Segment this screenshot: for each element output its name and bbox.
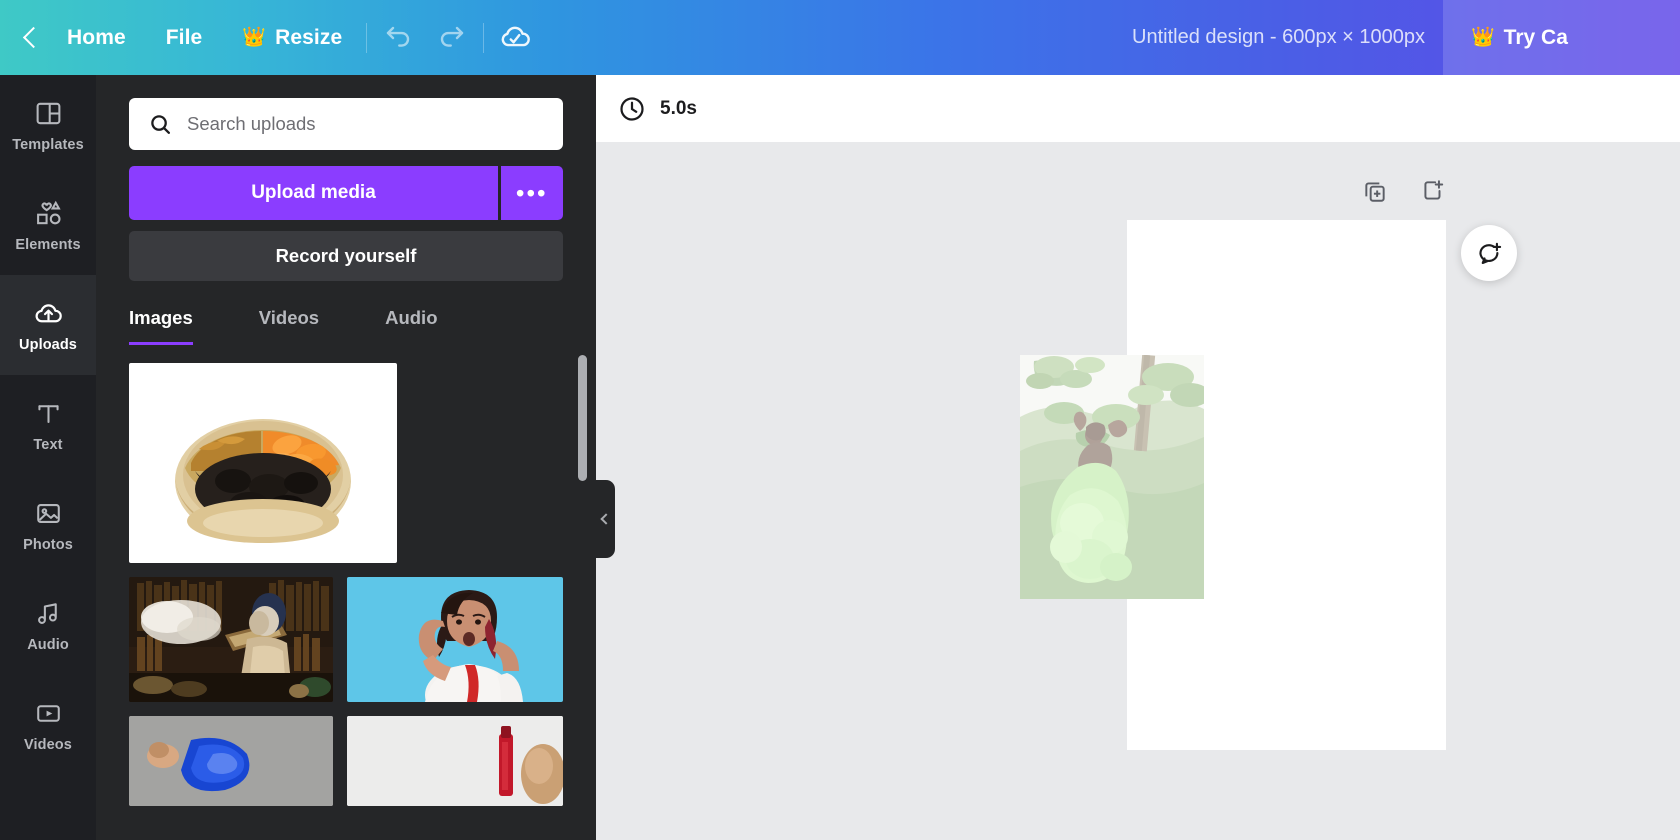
audio-note-icon — [34, 598, 63, 629]
blue-cloth-gray-image — [129, 716, 333, 806]
tab-videos-label: Videos — [259, 307, 319, 328]
comment-add-icon — [1476, 240, 1503, 267]
upload-thumb-blue-cloth-gray[interactable] — [129, 716, 333, 806]
uploads-grid — [129, 363, 563, 806]
ellipsis-icon: ••• — [516, 180, 548, 207]
text-icon — [34, 398, 63, 429]
file-label: File — [166, 26, 203, 50]
canvas-toolbar: 5.0s — [596, 75, 1680, 142]
upload-more-button[interactable]: ••• — [501, 166, 563, 220]
uploads-tabs: Images Videos Audio — [129, 307, 563, 345]
sidebar-label-text: Text — [33, 437, 62, 453]
add-page-icon — [1420, 178, 1446, 204]
dried-fruit-basket-image — [129, 363, 397, 563]
try-canva-pro-button[interactable]: 👑 Try Ca — [1443, 0, 1680, 75]
search-input[interactable]: Search uploads — [129, 98, 563, 150]
videos-icon — [34, 698, 63, 729]
search-section: Search uploads — [96, 75, 596, 150]
search-icon — [148, 112, 173, 137]
timer-label: 5.0s — [660, 98, 697, 120]
sidebar-label-audio: Audio — [27, 637, 69, 653]
left-sidebar: Templates Elements Uploads — [0, 75, 96, 840]
library-dust-scene-image — [129, 577, 333, 702]
home-label: Home — [67, 26, 126, 50]
tab-videos[interactable]: Videos — [259, 307, 319, 345]
upload-media-label: Upload media — [251, 182, 376, 204]
templates-icon — [34, 98, 63, 129]
elements-icon — [34, 198, 63, 229]
record-yourself-button[interactable]: Record yourself — [129, 231, 563, 281]
uploads-panel: Search uploads Upload media ••• Record y… — [96, 75, 596, 840]
resize-button[interactable]: 👑 Resize — [222, 0, 362, 75]
search-placeholder: Search uploads — [187, 113, 316, 135]
tab-audio[interactable]: Audio — [385, 307, 437, 345]
green-dress-forest-photo — [1020, 355, 1204, 599]
chevron-left-icon — [600, 513, 611, 524]
duplicate-page-button[interactable] — [1362, 178, 1388, 204]
tab-images-label: Images — [129, 307, 193, 328]
toolbar-divider — [366, 23, 367, 53]
sidebar-label-videos: Videos — [24, 737, 72, 753]
upload-thumb-library-dust-scene[interactable] — [129, 577, 333, 702]
try-label: Try Ca — [1504, 26, 1568, 50]
sidebar-item-elements[interactable]: Elements — [0, 175, 96, 275]
sidebar-item-audio[interactable]: Audio — [0, 575, 96, 675]
tab-images[interactable]: Images — [129, 307, 193, 345]
sidebar-label-elements: Elements — [15, 237, 80, 253]
upload-thumb-red-bottle-white[interactable] — [347, 716, 563, 806]
undo-icon — [383, 23, 413, 53]
redo-button[interactable] — [425, 0, 479, 75]
add-comment-button[interactable] — [1461, 225, 1517, 281]
sidebar-item-photos[interactable]: Photos — [0, 475, 96, 575]
tab-audio-label: Audio — [385, 307, 437, 328]
canva-editor: Home File 👑 Resize — [0, 0, 1680, 840]
canvas-area: 5.0s — [596, 75, 1680, 840]
uploads-row — [129, 363, 563, 563]
resize-label: Resize — [275, 26, 342, 50]
page-tools — [1362, 178, 1446, 204]
canvas-element-green-dress-forest-photo[interactable] — [1020, 355, 1204, 599]
photos-icon — [34, 498, 63, 529]
cloud-saved-button[interactable] — [488, 0, 542, 75]
chevron-left-icon — [23, 27, 44, 48]
crown-icon: 👑 — [242, 28, 266, 47]
sidebar-item-uploads[interactable]: Uploads — [0, 275, 96, 375]
crown-icon-pro: 👑 — [1471, 28, 1495, 47]
add-page-button[interactable] — [1420, 178, 1446, 204]
upload-thumb-dried-fruit-basket[interactable] — [129, 363, 397, 563]
file-menu-button[interactable]: File — [146, 0, 223, 75]
sidebar-label-templates: Templates — [12, 137, 84, 153]
undo-button[interactable] — [371, 0, 425, 75]
panel-scrollbar[interactable] — [578, 355, 587, 481]
design-title-text: Untitled design - 600px × 1000px — [1132, 26, 1425, 49]
back-button[interactable] — [0, 0, 47, 75]
sidebar-item-templates[interactable]: Templates — [0, 75, 96, 175]
sidebar-label-uploads: Uploads — [19, 337, 77, 353]
upload-media-button[interactable]: Upload media — [129, 166, 498, 220]
duplicate-page-icon — [1362, 178, 1388, 204]
sidebar-item-videos[interactable]: Videos — [0, 675, 96, 775]
clock-icon — [618, 95, 646, 123]
uploads-cloud-icon — [33, 298, 64, 329]
toolbar-divider-2 — [483, 23, 484, 53]
redo-icon — [437, 23, 467, 53]
record-yourself-label: Record yourself — [276, 245, 417, 267]
panel-collapse-button[interactable] — [596, 480, 615, 558]
upload-thumb-woman-listening-cyan[interactable] — [347, 577, 563, 702]
cloud-saved-icon — [498, 21, 532, 55]
woman-listening-cyan-image — [347, 577, 563, 702]
sidebar-item-text[interactable]: Text — [0, 375, 96, 475]
uploads-row — [129, 716, 563, 806]
sidebar-label-photos: Photos — [23, 537, 73, 553]
upload-button-row: Upload media ••• — [129, 166, 563, 220]
red-bottle-white-image — [347, 716, 563, 806]
design-title[interactable]: Untitled design - 600px × 1000px — [1132, 0, 1425, 75]
uploads-row — [129, 577, 563, 702]
top-toolbar: Home File 👑 Resize — [0, 0, 1680, 75]
home-button[interactable]: Home — [47, 0, 146, 75]
